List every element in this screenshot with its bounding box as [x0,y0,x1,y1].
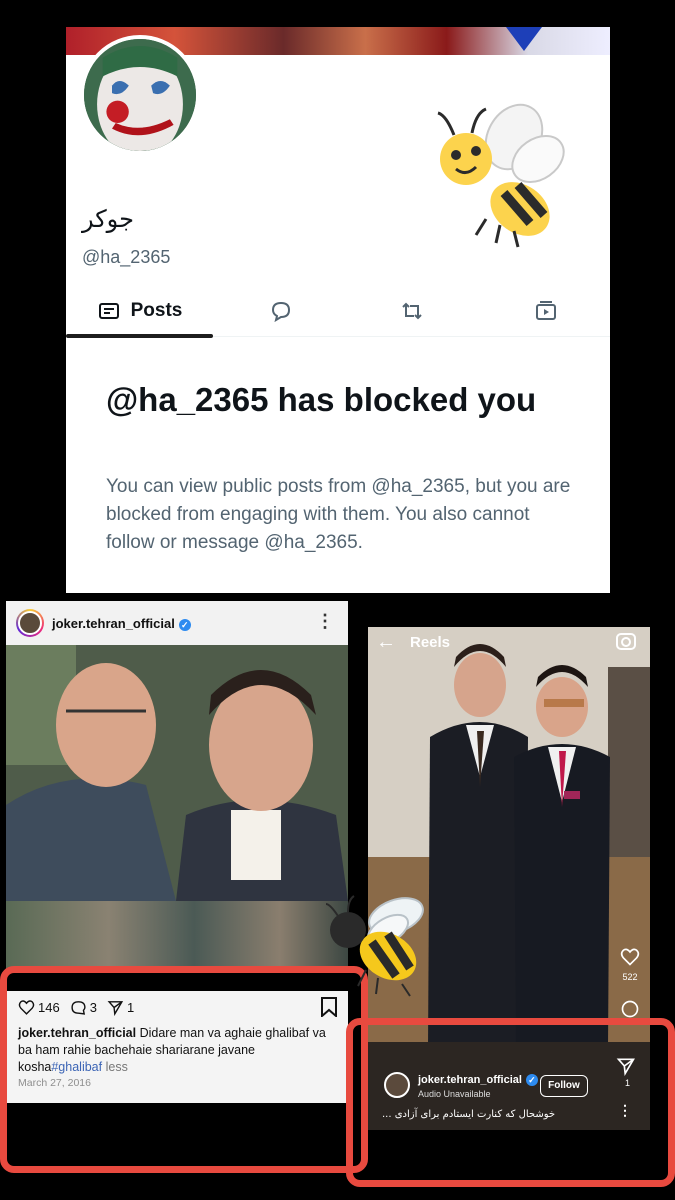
replies-icon [271,301,291,323]
tab-posts[interactable]: Posts [66,285,213,338]
blocked-description: You can view public posts from @ha_2365,… [106,476,571,553]
photo-two-men [6,645,348,901]
post-photo [6,645,348,901]
reel-like-count: 522 [622,972,638,982]
camera-icon[interactable] [616,631,636,651]
back-arrow-icon[interactable]: ← [376,631,396,654]
tab-reposts[interactable] [382,285,442,337]
reel-top-bar: ← Reels [368,627,650,657]
comment-icon[interactable] [620,999,640,1019]
banner-triangle [506,27,542,51]
reel-title: Reels [410,633,451,651]
joker-face-avatar [84,39,196,151]
media-icon [536,301,556,320]
profile-handle: @ha_2365 [82,247,171,267]
tab-replies[interactable] [251,285,311,337]
blocked-title: @ha_2365 has blocked you [106,381,537,418]
heart-icon[interactable] [620,947,640,967]
post-username-row[interactable]: joker.tehran_official ✓ [52,616,191,631]
post-avatar[interactable] [16,609,44,637]
bee-icon [325,895,424,997]
repost-icon [402,302,422,320]
tab-media[interactable] [516,285,576,337]
post-username: joker.tehran_official [52,616,175,631]
posts-icon [98,303,119,319]
highlight-frame-reel [346,1018,675,1187]
post-header: joker.tehran_official ✓ ⋮ [6,601,348,645]
more-options-icon[interactable]: ⋮ [316,611,334,632]
profile-avatar[interactable] [80,35,200,155]
verified-icon: ✓ [178,618,191,631]
photo-thumbnails-strip [6,901,348,971]
highlight-frame-post [0,966,368,1173]
profile-tabs: Posts [66,285,610,338]
tab-posts-label: Posts [130,300,183,321]
active-tab-indicator [66,334,213,338]
bee-icon [437,103,565,248]
x-profile-card: جوکر @ha_2365 Posts @ha_2365 has blocked… [66,27,610,593]
display-name: جوکر [82,205,134,233]
reel-like-group[interactable]: 522 [620,947,640,982]
